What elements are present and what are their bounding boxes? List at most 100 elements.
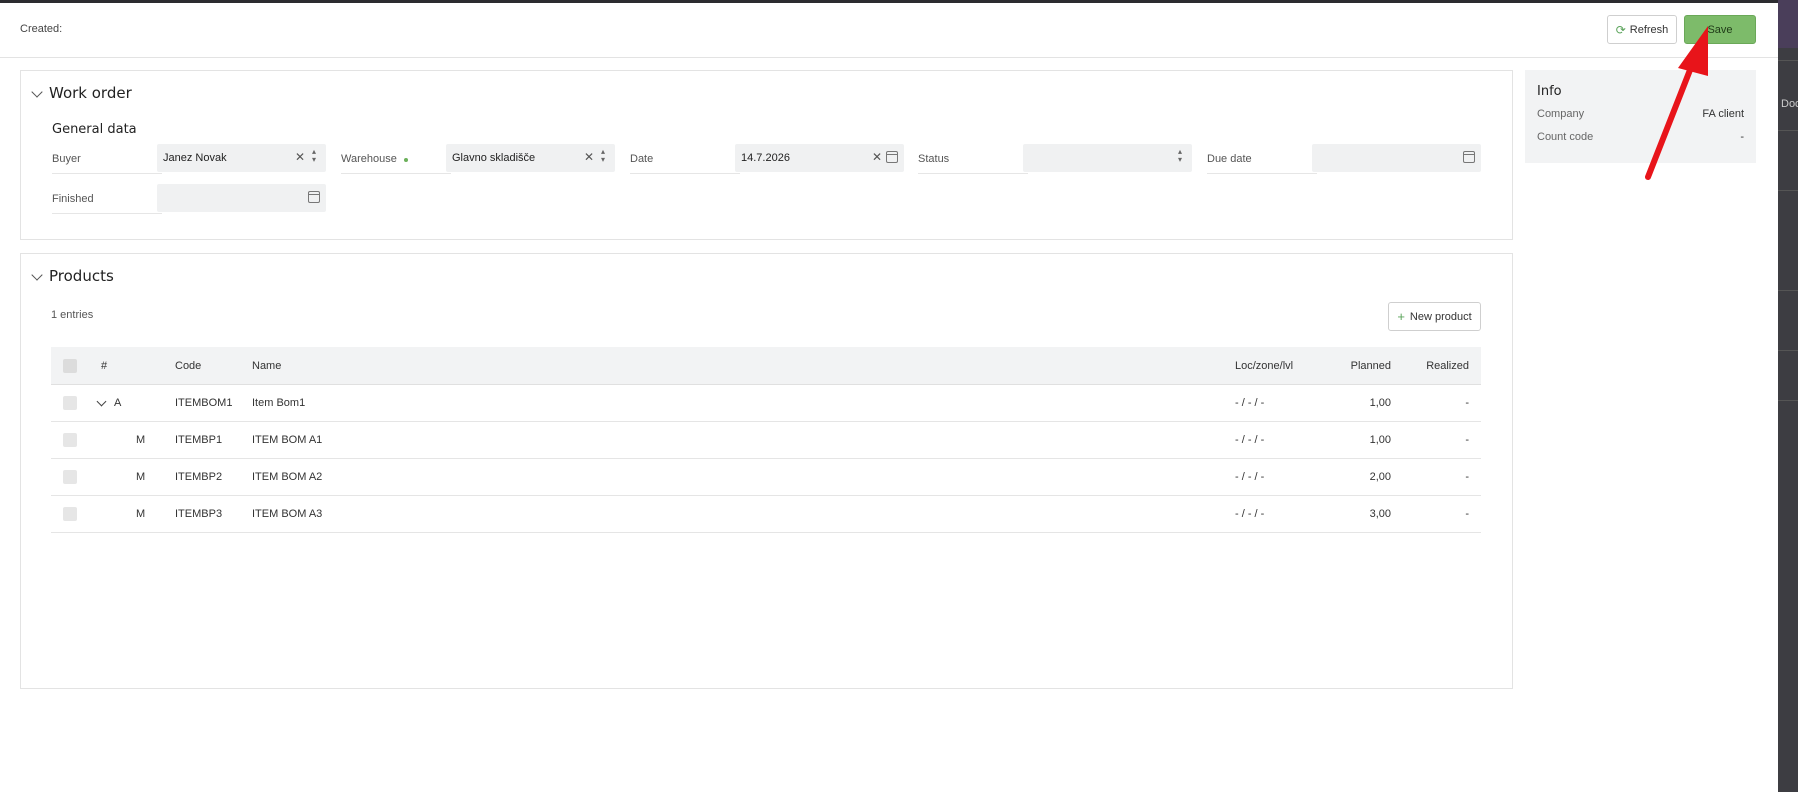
finished-field[interactable] xyxy=(157,184,326,212)
finished-label: Finished xyxy=(52,193,94,205)
row-loc: - / - / - xyxy=(1235,434,1265,446)
background-window-top xyxy=(1778,0,1798,48)
row-code: ITEMBP2 xyxy=(175,471,223,483)
date-label: Date xyxy=(630,153,654,165)
work-order-panel: Created: ⟳ Refresh Save Work order Gener… xyxy=(0,3,1778,792)
updown-icon[interactable]: ▴ ▾ xyxy=(601,148,605,164)
background-window: Docu xyxy=(1778,0,1798,792)
row-realized: - xyxy=(1465,397,1469,409)
chevron-down-icon[interactable] xyxy=(96,396,107,407)
general-data-heading: General data xyxy=(52,122,137,137)
background-divider xyxy=(1778,60,1798,61)
row-checkbox[interactable] xyxy=(63,433,77,447)
updown-icon[interactable]: ▴ ▾ xyxy=(1178,148,1182,164)
row-realized: - xyxy=(1465,471,1469,483)
row-loc: - / - / - xyxy=(1235,508,1265,520)
info-panel: Info Company FA client Count code - xyxy=(1525,70,1756,163)
table-row[interactable]: A ITEMBOM1 Item Bom1 - / - / - 1,00 - xyxy=(51,385,1481,422)
required-indicator xyxy=(404,158,408,162)
new-product-button[interactable]: + New product xyxy=(1388,302,1481,331)
row-checkbox[interactable] xyxy=(63,396,77,410)
row-name: ITEM BOM A3 xyxy=(252,508,323,520)
row-num: M xyxy=(136,471,146,483)
row-num: M xyxy=(136,434,146,446)
company-label: Company xyxy=(1537,108,1585,120)
company-value: FA client xyxy=(1702,108,1744,120)
status-select[interactable]: ▴ ▾ xyxy=(1023,144,1192,172)
count-code-label: Count code xyxy=(1537,131,1594,143)
clear-icon[interactable]: ✕ xyxy=(295,150,305,164)
row-num: A xyxy=(114,397,122,409)
due-date-label: Due date xyxy=(1207,153,1252,165)
background-divider xyxy=(1778,400,1798,401)
new-product-label: New product xyxy=(1409,310,1472,323)
row-planned: 3,00 xyxy=(1369,508,1391,520)
table-row[interactable]: M ITEMBP1 ITEM BOM A1 - / - / - 1,00 - xyxy=(51,422,1481,459)
background-divider xyxy=(1778,130,1798,131)
background-divider xyxy=(1778,190,1798,191)
buyer-value: Janez Novak xyxy=(163,152,227,164)
table-row[interactable]: M ITEMBP2 ITEM BOM A2 - / - / - 2,00 - xyxy=(51,459,1481,496)
row-planned: 1,00 xyxy=(1369,397,1391,409)
warehouse-value: Glavno skladišče xyxy=(452,152,536,164)
row-name: Item Bom1 xyxy=(252,397,306,409)
col-name[interactable]: Name xyxy=(252,360,281,372)
background-divider xyxy=(1778,350,1798,351)
products-table: # Code Name Loc/zone/lvl Planned Realize… xyxy=(51,347,1481,533)
date-value: 14.7.2026 xyxy=(741,152,790,164)
row-checkbox[interactable] xyxy=(63,507,77,521)
background-window-text: Docu xyxy=(1781,98,1798,110)
count-code-value: - xyxy=(1740,131,1744,143)
row-planned: 1,00 xyxy=(1369,434,1391,446)
col-planned[interactable]: Planned xyxy=(1351,360,1391,372)
row-loc: - / - / - xyxy=(1235,471,1265,483)
row-name: ITEM BOM A1 xyxy=(252,434,323,446)
background-divider xyxy=(1778,290,1798,291)
row-realized: - xyxy=(1465,434,1469,446)
chevron-down-icon[interactable] xyxy=(31,269,43,281)
col-loc[interactable]: Loc/zone/lvl xyxy=(1235,360,1293,372)
select-all-checkbox[interactable] xyxy=(63,358,77,373)
save-button[interactable]: Save xyxy=(1684,15,1756,44)
row-name: ITEM BOM A2 xyxy=(252,471,323,483)
calendar-icon[interactable] xyxy=(308,191,320,203)
plus-icon: + xyxy=(1397,309,1405,324)
table-header: # Code Name Loc/zone/lvl Planned Realize… xyxy=(51,347,1481,385)
row-code: ITEMBP3 xyxy=(175,508,223,520)
table-row[interactable]: M ITEMBP3 ITEM BOM A3 - / - / - 3,00 - xyxy=(51,496,1481,533)
row-num: M xyxy=(136,508,146,520)
due-date-underline xyxy=(1207,173,1317,174)
date-field[interactable]: 14.7.2026 ✕ xyxy=(735,144,904,172)
due-date-field[interactable] xyxy=(1312,144,1481,172)
products-section: Products 1 entries + New product # Code … xyxy=(20,253,1513,689)
warehouse-underline xyxy=(341,173,451,174)
panel-header: Created: ⟳ Refresh Save xyxy=(0,3,1778,58)
status-label: Status xyxy=(918,153,950,165)
row-realized: - xyxy=(1465,508,1469,520)
col-num[interactable]: # xyxy=(101,360,107,372)
row-code: ITEMBP1 xyxy=(175,434,223,446)
products-title[interactable]: Products xyxy=(49,267,114,285)
clear-icon[interactable]: ✕ xyxy=(872,150,882,164)
buyer-underline xyxy=(52,173,162,174)
col-realized[interactable]: Realized xyxy=(1426,360,1469,372)
refresh-button[interactable]: ⟳ Refresh xyxy=(1607,15,1677,44)
warehouse-label: Warehouse xyxy=(341,153,397,165)
row-checkbox[interactable] xyxy=(63,470,77,484)
refresh-button-label: Refresh xyxy=(1629,23,1669,36)
date-underline xyxy=(630,173,740,174)
warehouse-select[interactable]: Glavno skladišče ✕ ▴ ▾ xyxy=(446,144,615,172)
refresh-icon: ⟳ xyxy=(1615,22,1626,37)
calendar-icon[interactable] xyxy=(886,151,898,163)
updown-icon[interactable]: ▴ ▾ xyxy=(312,148,316,164)
buyer-select[interactable]: Janez Novak ✕ ▴ ▾ xyxy=(157,144,326,172)
created-label: Created: xyxy=(20,23,63,35)
col-code[interactable]: Code xyxy=(175,360,201,372)
calendar-icon[interactable] xyxy=(1463,151,1475,163)
chevron-down-icon[interactable] xyxy=(31,86,43,98)
clear-icon[interactable]: ✕ xyxy=(584,150,594,164)
work-order-title[interactable]: Work order xyxy=(49,84,132,102)
finished-underline xyxy=(52,213,162,214)
row-loc: - / - / - xyxy=(1235,397,1265,409)
work-order-section: Work order General data Buyer Janez Nova… xyxy=(20,70,1513,240)
